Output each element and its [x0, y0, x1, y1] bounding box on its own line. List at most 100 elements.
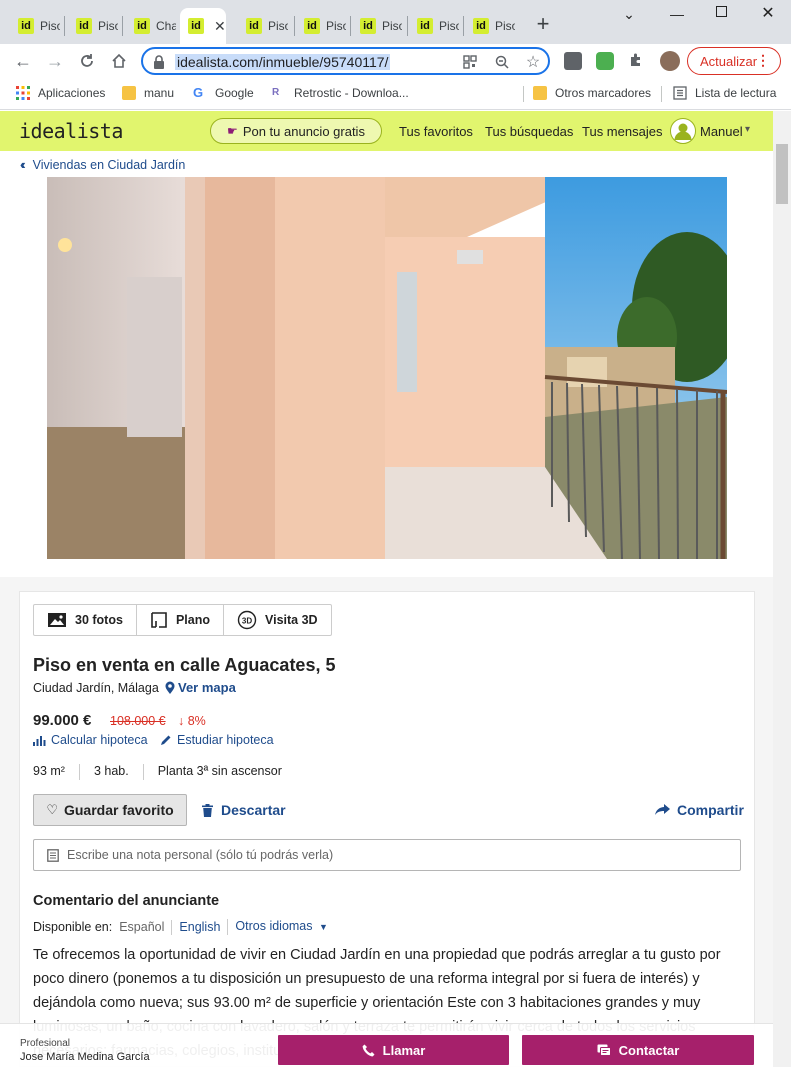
- calculate-mortgage-link[interactable]: Calcular hipoteca: [33, 733, 148, 747]
- folder-icon: [533, 86, 547, 100]
- user-name[interactable]: Manuel: [700, 124, 743, 139]
- page-scrollbar[interactable]: [773, 111, 791, 1067]
- post-ad-label: Pon tu anuncio gratis: [242, 123, 365, 139]
- bookmark-star-icon[interactable]: ☆: [524, 53, 542, 71]
- breadcrumb-label: Viviendas en Ciudad Jardín: [32, 157, 186, 172]
- forward-arrow-icon[interactable]: →: [44, 50, 66, 72]
- bookmark-label: Otros marcadores: [555, 86, 652, 100]
- bookmark-label: Aplicaciones: [38, 86, 106, 100]
- url-text[interactable]: idealista.com/inmueble/95740117/: [175, 54, 391, 70]
- discard-label: Descartar: [221, 802, 286, 818]
- tab-title: Piso: [268, 19, 288, 33]
- maximize-icon[interactable]: [709, 4, 733, 20]
- tab-title: Cha: [156, 19, 176, 33]
- bookmark-apps[interactable]: Aplicaciones: [16, 86, 105, 100]
- idealista-favicon-icon: id: [18, 18, 34, 34]
- study-mortgage-label: Estudiar hipoteca: [177, 733, 274, 747]
- close-window-icon[interactable]: ✕: [756, 3, 780, 23]
- reload-icon[interactable]: [76, 50, 98, 72]
- lang-other[interactable]: Otros idiomas ▼: [227, 919, 335, 935]
- contact-button[interactable]: Contactar: [522, 1035, 754, 1065]
- language-selector: Disponible en: Español English Otros idi…: [33, 919, 335, 935]
- browser-tab[interactable]: id Piso: [465, 8, 515, 44]
- share-button[interactable]: Compartir: [655, 802, 744, 818]
- svg-text:3D: 3D: [242, 617, 252, 626]
- browser-tab[interactable]: id Piso: [238, 8, 288, 44]
- personal-note-input[interactable]: [67, 848, 707, 862]
- floor-plan-tab[interactable]: Plano: [137, 605, 224, 635]
- message-icon: [597, 1044, 611, 1057]
- browser-tab[interactable]: id Piso: [352, 8, 402, 44]
- tab-search-chevron-icon[interactable]: ⌄: [617, 6, 641, 23]
- bookmark-google[interactable]: G Google: [193, 86, 254, 101]
- photos-tab[interactable]: 30 fotos: [34, 605, 137, 635]
- bookmark-label: Retrostic - Downloa...: [294, 86, 409, 100]
- close-tab-icon[interactable]: ✕: [214, 18, 226, 35]
- advertiser-comment-title: Comentario del anunciante: [33, 893, 220, 909]
- nav-favorites-link[interactable]: Tus favoritos: [399, 124, 473, 139]
- scrollbar-thumb[interactable]: [776, 144, 788, 204]
- call-button[interactable]: Llamar: [278, 1035, 509, 1065]
- address-bar[interactable]: idealista.com/inmueble/95740117/ ☆: [141, 47, 550, 75]
- advertiser-name: Jose María Medina García: [20, 1051, 150, 1063]
- nav-messages-link[interactable]: Tus mensajes: [582, 124, 662, 139]
- advertiser-type: Profesional: [20, 1038, 71, 1049]
- back-arrow-icon[interactable]: ←: [12, 50, 34, 72]
- bookmark-manu[interactable]: manu: [122, 86, 174, 100]
- minimize-icon[interactable]: —: [665, 6, 689, 22]
- main-property-photo[interactable]: [47, 177, 727, 559]
- idealista-favicon-icon: id: [246, 18, 262, 34]
- extension-zero-icon[interactable]: [564, 52, 582, 70]
- browser-tab[interactable]: id Piso: [409, 8, 459, 44]
- bookmark-retrostic[interactable]: R Retrostic - Downloa...: [272, 86, 409, 100]
- bookmark-label: manu: [144, 86, 175, 100]
- bookmark-label: Lista de lectura: [695, 86, 777, 100]
- browser-tab[interactable]: id Piso: [68, 8, 118, 44]
- tab-title: Piso: [326, 19, 346, 33]
- hand-pointer-icon: ☛: [227, 124, 238, 138]
- browser-tab-active[interactable]: id ✕: [180, 8, 226, 44]
- nav-searches-link[interactable]: Tus búsquedas: [485, 124, 573, 139]
- folder-icon: [122, 86, 136, 100]
- lock-icon[interactable]: [153, 55, 165, 74]
- browser-tab[interactable]: id Cha: [126, 8, 176, 44]
- extension-green-icon[interactable]: [596, 52, 614, 70]
- lang-english[interactable]: English: [171, 919, 227, 935]
- floor-plan-icon: [150, 611, 168, 629]
- chevron-down-icon[interactable]: ▾: [745, 124, 750, 135]
- new-tab-plus-icon[interactable]: +: [533, 13, 553, 37]
- idealista-favicon-icon: id: [360, 18, 376, 34]
- idealista-favicon-icon: id: [76, 18, 92, 34]
- virtual-tour-tab[interactable]: 3D Visita 3D: [224, 605, 331, 635]
- heart-icon: ♡: [46, 802, 58, 817]
- idealista-logo[interactable]: idealista: [19, 119, 123, 143]
- bookmark-label: Google: [215, 86, 254, 100]
- browser-tab[interactable]: id Piso: [296, 8, 346, 44]
- post-ad-button[interactable]: ☛ Pon tu anuncio gratis: [210, 118, 382, 144]
- zoom-icon[interactable]: [493, 53, 511, 71]
- profile-avatar[interactable]: [660, 51, 680, 71]
- bookmark-otros[interactable]: Otros marcadores: [533, 86, 651, 100]
- breadcrumb[interactable]: ‹‹ Viviendas en Ciudad Jardín: [20, 157, 185, 172]
- map-pin-icon: [165, 681, 175, 695]
- phone-icon: [362, 1044, 375, 1057]
- bookmark-reading-list[interactable]: Lista de lectura: [673, 86, 776, 100]
- listing-features: 93 m² 3 hab. Planta 3ª sin ascensor: [33, 764, 296, 780]
- view-map-link[interactable]: Ver mapa: [165, 680, 236, 695]
- home-icon[interactable]: [108, 50, 130, 72]
- update-label: Actualizar: [700, 53, 758, 69]
- retrostic-icon: R: [272, 87, 280, 98]
- study-mortgage-link[interactable]: Estudiar hipoteca: [160, 733, 274, 747]
- user-avatar-icon[interactable]: [670, 118, 696, 144]
- feature-rooms: 3 hab.: [78, 764, 143, 780]
- save-favorite-button[interactable]: ♡ Guardar favorito: [33, 794, 187, 826]
- contact-bar: Profesional Jose María Medina García Lla…: [0, 1023, 773, 1067]
- extensions-puzzle-icon[interactable]: [628, 52, 646, 70]
- browser-tab[interactable]: id Piso: [10, 8, 60, 44]
- personal-note-field[interactable]: [33, 839, 741, 871]
- lang-spanish[interactable]: Español: [119, 920, 171, 935]
- update-browser-button[interactable]: Actualizar ⋮: [687, 47, 781, 75]
- idealista-favicon-icon: id: [188, 18, 204, 34]
- discard-button[interactable]: Descartar: [202, 802, 286, 818]
- qr-code-icon[interactable]: [461, 53, 479, 71]
